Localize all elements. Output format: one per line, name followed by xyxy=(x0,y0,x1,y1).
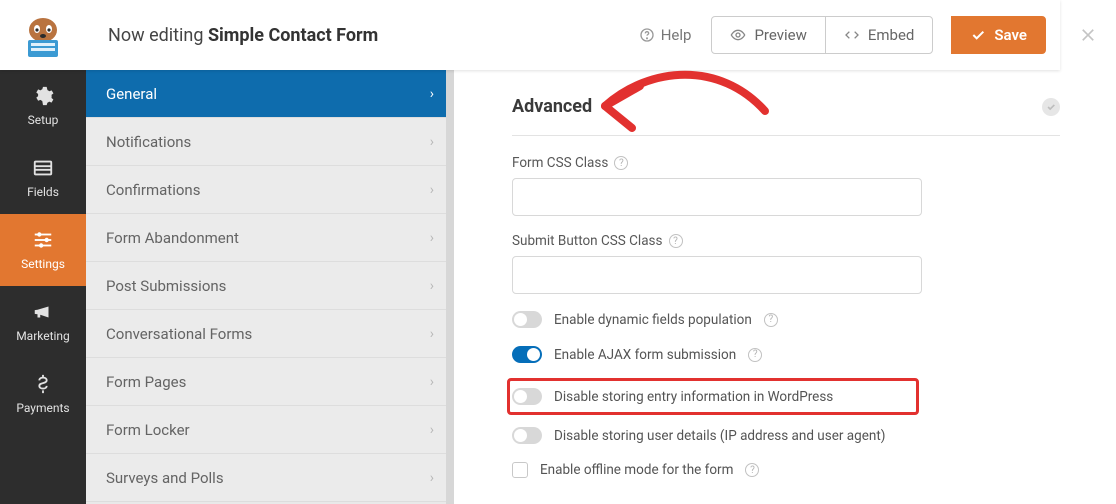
page-title: Now editing Simple Contact Form xyxy=(86,25,619,46)
nav-marketing[interactable]: Marketing xyxy=(0,286,86,358)
nav-fields[interactable]: Fields xyxy=(0,142,86,214)
help-icon[interactable]: ? xyxy=(764,313,778,327)
offline-checkbox[interactable] xyxy=(512,462,528,478)
chevron-right-icon: › xyxy=(430,230,434,246)
offline-label: Enable offline mode for the form xyxy=(540,462,733,478)
help-icon[interactable]: ? xyxy=(614,156,628,170)
chevron-right-icon: › xyxy=(430,326,434,342)
app-logo xyxy=(0,0,86,70)
close-button[interactable] xyxy=(1060,0,1116,70)
disable-user-label: Disable storing user details (IP address… xyxy=(554,428,885,444)
chevron-right-icon: › xyxy=(430,86,434,102)
chevron-right-icon: › xyxy=(430,470,434,486)
collapse-toggle[interactable] xyxy=(1042,98,1060,116)
chevron-right-icon: › xyxy=(430,374,434,390)
nav-setup[interactable]: Setup xyxy=(0,70,86,142)
sidebar-item-general[interactable]: General› xyxy=(86,70,454,118)
save-button[interactable]: Save xyxy=(951,16,1046,54)
sidebar-item-notifications[interactable]: Notifications› xyxy=(86,118,454,166)
sidebar-item-surveys-polls[interactable]: Surveys and Polls› xyxy=(86,454,454,502)
help-link[interactable]: Help xyxy=(619,26,712,44)
sidebar-item-conversational-forms[interactable]: Conversational Forms› xyxy=(86,310,454,358)
dynamic-fields-label: Enable dynamic fields population xyxy=(554,312,752,328)
gear-icon xyxy=(32,85,54,107)
chevron-right-icon: › xyxy=(430,134,434,150)
sidebar-item-form-abandonment[interactable]: Form Abandonment› xyxy=(86,214,454,262)
preview-button[interactable]: Preview xyxy=(711,16,825,54)
sliders-icon xyxy=(32,229,54,251)
sidebar-item-form-locker[interactable]: Form Locker› xyxy=(86,406,454,454)
chevron-right-icon: › xyxy=(430,278,434,294)
offline-checkbox-row: Enable offline mode for the form ? xyxy=(512,459,1060,481)
help-icon[interactable]: ? xyxy=(745,463,759,477)
code-icon xyxy=(844,27,860,43)
megaphone-icon xyxy=(32,301,54,323)
eye-icon xyxy=(730,27,746,43)
chevron-right-icon: › xyxy=(430,182,434,198)
sidebar-scrollbar[interactable] xyxy=(446,70,454,504)
nav-rail: Setup Fields Settings Marketing Payments xyxy=(0,70,86,504)
nav-settings[interactable]: Settings xyxy=(0,214,86,286)
ajax-toggle-row: Enable AJAX form submission ? xyxy=(512,343,1060,366)
submit-css-class-label: Submit Button CSS Class ? xyxy=(512,233,683,249)
nav-payments[interactable]: Payments xyxy=(0,358,86,430)
chevron-right-icon: › xyxy=(430,422,434,438)
form-css-class-label: Form CSS Class ? xyxy=(512,155,628,171)
main-panel: Advanced Form CSS Class ? Submit Button … xyxy=(454,70,1116,504)
help-icon[interactable]: ? xyxy=(669,234,683,248)
dynamic-fields-toggle[interactable] xyxy=(512,311,542,328)
settings-sidebar: General› Notifications› Confirmations› F… xyxy=(86,70,454,504)
top-toolbar: Now editing Simple Contact Form Help Pre… xyxy=(0,0,1060,70)
disable-user-toggle[interactable] xyxy=(512,427,542,444)
panel-heading: Advanced xyxy=(512,96,592,117)
submit-css-class-input[interactable] xyxy=(512,256,922,294)
sidebar-item-form-pages[interactable]: Form Pages› xyxy=(86,358,454,406)
check-icon xyxy=(1046,102,1056,112)
close-icon xyxy=(1078,25,1098,45)
sidebar-item-post-submissions[interactable]: Post Submissions› xyxy=(86,262,454,310)
check-icon xyxy=(970,27,986,43)
dynamic-fields-toggle-row: Enable dynamic fields population ? xyxy=(512,308,1060,331)
form-css-class-field: Form CSS Class ? xyxy=(512,152,1060,216)
ajax-label: Enable AJAX form submission xyxy=(554,347,736,363)
sidebar-item-confirmations[interactable]: Confirmations› xyxy=(86,166,454,214)
highlight-annotation: Disable storing entry information in Wor… xyxy=(507,378,919,415)
disable-entry-toggle[interactable] xyxy=(512,388,542,405)
dollar-icon xyxy=(32,373,54,395)
form-css-class-input[interactable] xyxy=(512,178,922,216)
disable-entry-label: Disable storing entry information in Wor… xyxy=(554,389,833,405)
disable-user-toggle-row: Disable storing user details (IP address… xyxy=(512,424,1060,447)
submit-css-class-field: Submit Button CSS Class ? xyxy=(512,230,1060,294)
help-icon[interactable]: ? xyxy=(748,348,762,362)
disable-entry-toggle-row: Disable storing entry information in Wor… xyxy=(512,385,910,408)
ajax-toggle[interactable] xyxy=(512,346,542,363)
embed-button[interactable]: Embed xyxy=(825,16,934,54)
list-icon xyxy=(32,157,54,179)
